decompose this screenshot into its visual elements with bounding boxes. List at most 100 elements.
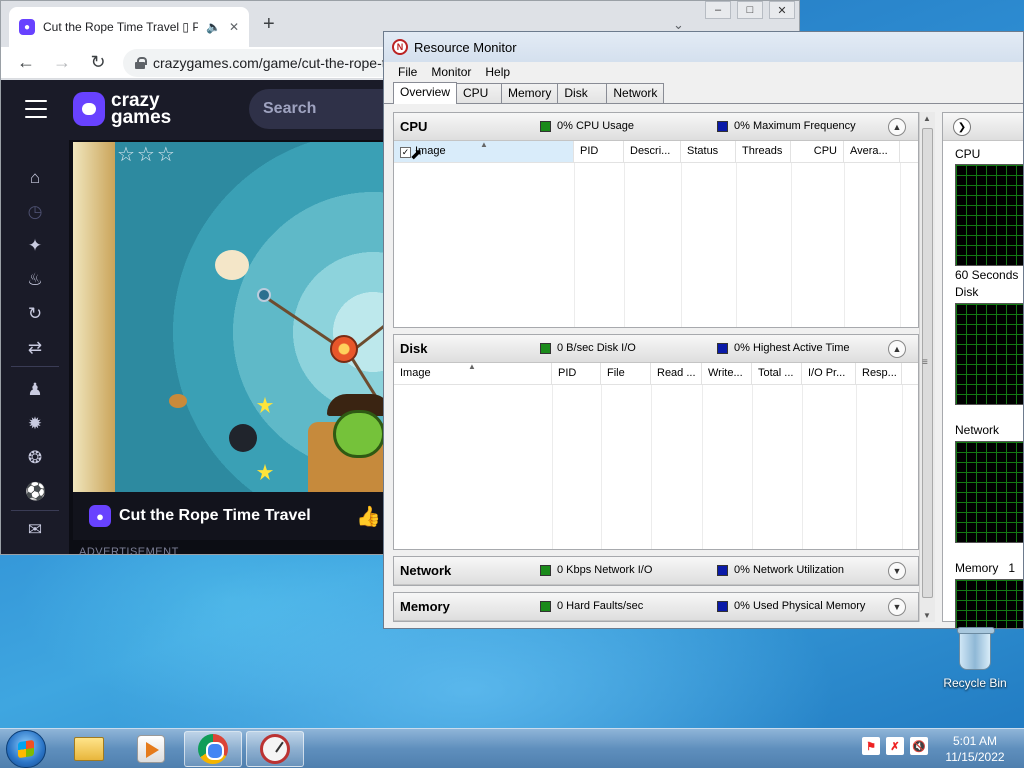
column-header-average[interactable]: Avera... bbox=[844, 141, 900, 162]
blue-legend-square bbox=[717, 600, 728, 612]
network-disconnected-icon[interactable]: ✗ bbox=[886, 737, 904, 755]
column-header-status[interactable]: Status bbox=[681, 141, 736, 162]
updated-refresh-icon[interactable]: ↻ bbox=[25, 304, 45, 324]
crazygames-logo-text[interactable]: crazy games bbox=[111, 91, 171, 127]
column-header-write[interactable]: Write... bbox=[702, 363, 752, 384]
home-icon[interactable]: ⌂ bbox=[25, 168, 45, 188]
cpu-column-headers: ✓ Image PID Descri... Status Threads CPU … bbox=[394, 140, 918, 163]
taskbar-resource-monitor[interactable] bbox=[246, 731, 304, 767]
new-sparkle-icon[interactable]: ✦ bbox=[25, 236, 45, 256]
blue-legend-square bbox=[717, 564, 728, 576]
menu-file[interactable]: File bbox=[398, 65, 417, 79]
recycle-bin-label: Recycle Bin bbox=[943, 676, 1007, 690]
om-nom-character bbox=[333, 410, 385, 458]
blue-legend-square bbox=[717, 342, 728, 354]
action-center-flag-icon[interactable]: ⚑ bbox=[862, 737, 880, 755]
taskbar-explorer[interactable] bbox=[60, 731, 118, 767]
basketball-icon[interactable]: ⚽ bbox=[25, 482, 46, 502]
physical-memory-stat: 0% Used Physical Memory bbox=[717, 600, 865, 612]
maximize-button[interactable]: □ bbox=[737, 1, 763, 19]
start-button[interactable] bbox=[6, 730, 46, 768]
green-legend-square bbox=[540, 120, 551, 132]
crazygames-logo-icon[interactable] bbox=[73, 92, 105, 126]
trending-flame-icon[interactable]: ♨ bbox=[25, 270, 45, 290]
cpu-section-header[interactable]: CPU 0% CPU Usage 0% Maximum Frequency ▲ bbox=[394, 113, 918, 141]
menu-help[interactable]: Help bbox=[485, 65, 510, 79]
candy[interactable] bbox=[330, 335, 358, 363]
close-button[interactable]: ✕ bbox=[769, 1, 795, 19]
recent-clock-icon[interactable]: ◷ bbox=[25, 202, 45, 222]
action-icon[interactable]: ✹ bbox=[25, 414, 45, 434]
collapse-chevron-up-icon[interactable]: ▲ bbox=[888, 340, 906, 358]
hamburger-menu-icon[interactable] bbox=[25, 100, 47, 118]
advertisement-label: ADVERTISEMENT bbox=[79, 546, 179, 555]
column-header-pid[interactable]: PID bbox=[552, 363, 601, 384]
taskbar-chrome[interactable] bbox=[184, 731, 242, 767]
scroll-down-arrow-icon[interactable]: ▼ bbox=[923, 611, 931, 620]
column-header-description[interactable]: Descri... bbox=[624, 141, 681, 162]
new-tab-button[interactable]: + bbox=[263, 13, 275, 36]
memory-section-header[interactable]: Memory 0 Hard Faults/sec 0% Used Physica… bbox=[394, 593, 918, 621]
expand-chevron-down-icon[interactable]: ▼ bbox=[888, 598, 906, 616]
network-io-stat: 0 Kbps Network I/O bbox=[540, 564, 652, 576]
cpu-process-list[interactable] bbox=[394, 163, 918, 327]
sidebar-divider bbox=[11, 366, 59, 367]
random-shuffle-icon[interactable]: ⇄ bbox=[25, 338, 45, 358]
tab-network[interactable]: Network bbox=[606, 83, 665, 103]
tab-disk[interactable]: Disk bbox=[557, 83, 608, 103]
taskbar-media-player[interactable] bbox=[122, 731, 180, 767]
tab-close-icon[interactable]: ✕ bbox=[229, 20, 239, 34]
forward-arrow-icon[interactable]: → bbox=[51, 52, 73, 73]
volume-muted-icon[interactable]: 🔇 bbox=[910, 737, 928, 755]
resource-monitor-gauge-icon bbox=[260, 734, 290, 764]
scroll-up-arrow-icon[interactable]: ▲ bbox=[923, 114, 931, 123]
section-title: CPU bbox=[400, 119, 428, 134]
thumbs-up-icon[interactable]: 👍 bbox=[356, 504, 381, 529]
mouse-pointer-icon: ⬈ bbox=[410, 146, 423, 163]
recycle-bin[interactable]: Recycle Bin bbox=[940, 627, 1010, 690]
browser-tab[interactable]: ● Cut the Rope Time Travel ▯ P 🔈 ✕ bbox=[9, 7, 249, 47]
column-header-cpu[interactable]: CPU bbox=[791, 141, 844, 162]
column-header-read[interactable]: Read ... bbox=[651, 363, 702, 384]
column-header-pid[interactable]: PID bbox=[574, 141, 624, 162]
green-legend-square bbox=[540, 600, 551, 612]
column-header-file[interactable]: File bbox=[601, 363, 651, 384]
menu-monitor[interactable]: Monitor bbox=[431, 65, 471, 79]
disk-section-header[interactable]: Disk 0 B/sec Disk I/O 0% Highest Active … bbox=[394, 335, 918, 363]
adventure-compass-icon[interactable]: ❂ bbox=[25, 448, 45, 468]
site-sidebar: ⌂ ◷ ✦ ♨ ↻ ⇄ ♟ ✹ ❂ ⚽ ✉ bbox=[1, 140, 69, 554]
disk-activity-list[interactable] bbox=[394, 385, 918, 549]
crazygames-favicon-icon: ● bbox=[19, 19, 35, 35]
game-canvas[interactable]: ☆☆☆ bbox=[73, 142, 385, 492]
back-arrow-icon[interactable]: ← bbox=[15, 52, 37, 73]
expand-views-chevron-icon[interactable]: ❯ bbox=[953, 118, 971, 136]
vertical-scrollbar[interactable]: ▲ ≡ ▼ bbox=[919, 112, 935, 622]
network-section-header[interactable]: Network 0 Kbps Network I/O 0% Network Ut… bbox=[394, 557, 918, 585]
cpu-graph-label: CPU bbox=[955, 147, 981, 161]
column-header-threads[interactable]: Threads bbox=[736, 141, 791, 162]
seconds-label: 60 Seconds bbox=[955, 268, 1019, 282]
tab-overview[interactable]: Overview bbox=[393, 82, 458, 104]
reload-icon[interactable]: ↻ bbox=[87, 52, 109, 73]
column-header-response[interactable]: Resp... bbox=[856, 363, 902, 384]
memory-graph bbox=[955, 579, 1023, 628]
system-clock[interactable]: 5:01 AM 11/15/2022 bbox=[936, 733, 1014, 765]
window-titlebar[interactable]: N Resource Monitor bbox=[384, 32, 1023, 62]
bomb-decoration bbox=[229, 424, 257, 452]
speaker-icon[interactable]: 🔈 bbox=[206, 20, 221, 34]
sort-indicator-icon: ▲ bbox=[480, 140, 488, 149]
coin-decoration bbox=[169, 394, 187, 408]
collapse-chevron-up-icon[interactable]: ▲ bbox=[888, 118, 906, 136]
splitter-grip-icon[interactable]: ≡ bbox=[922, 357, 928, 368]
game-footer: ● Cut the Rope Time Travel 👍 bbox=[73, 492, 385, 540]
tab-memory[interactable]: Memory bbox=[501, 83, 559, 103]
rope-anchor[interactable] bbox=[257, 288, 271, 302]
tab-cpu[interactable]: CPU bbox=[456, 83, 503, 103]
resource-monitor-window: N Resource Monitor File Monitor Help Ove… bbox=[383, 31, 1024, 629]
minimize-button[interactable]: – bbox=[705, 1, 731, 19]
expand-chevron-down-icon[interactable]: ▼ bbox=[888, 562, 906, 580]
column-header-total[interactable]: Total ... bbox=[752, 363, 802, 384]
mail-icon[interactable]: ✉ bbox=[25, 520, 45, 540]
column-header-io-priority[interactable]: I/O Pr... bbox=[802, 363, 856, 384]
multiplayer-icon[interactable]: ♟ bbox=[25, 380, 45, 400]
